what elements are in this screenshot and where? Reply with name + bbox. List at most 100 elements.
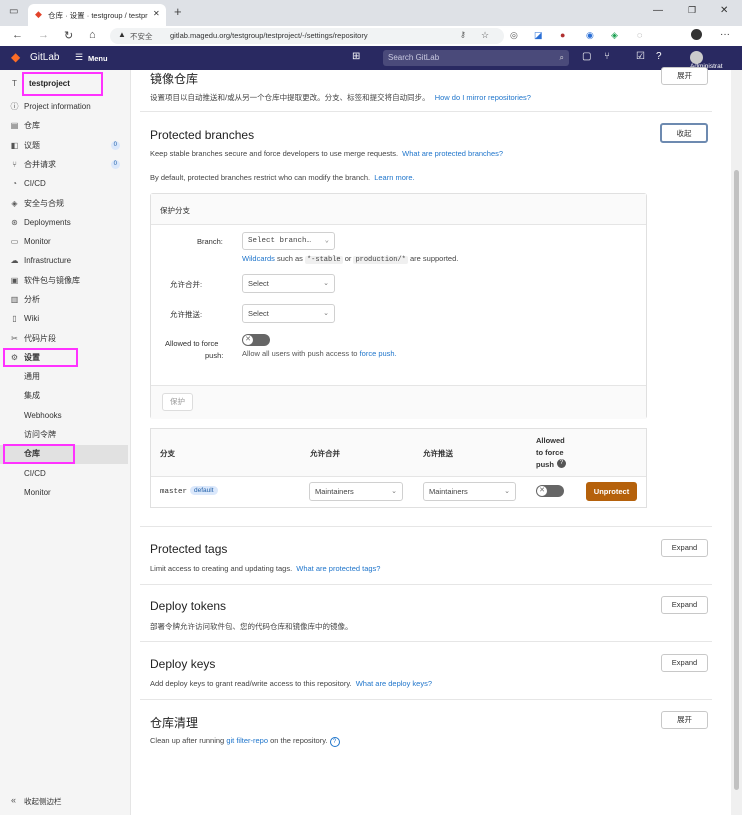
snippet-icon: ✂ xyxy=(11,333,18,343)
default-note-text: By default, protected branches restrict … xyxy=(150,173,371,182)
search-input[interactable]: Search GitLab ⌕ xyxy=(383,50,569,66)
th-force-push-2: to force xyxy=(536,448,564,457)
minimize-icon[interactable]: — xyxy=(653,5,663,16)
help-circle-icon[interactable]: ? xyxy=(329,737,340,747)
sidebar-item-4[interactable]: ◔ CI/CD xyxy=(0,174,129,193)
protected-tags-expand-button[interactable]: Expand xyxy=(661,539,708,557)
back-icon[interactable]: ← xyxy=(12,29,23,41)
protected-branches-collapse-button[interactable]: 收起 xyxy=(660,123,708,143)
todos-header-icon[interactable]: ☑ xyxy=(636,51,645,62)
sidebar-item-12[interactable]: ✂ 代码片段 xyxy=(0,329,129,348)
sidebar-item-8[interactable]: ☁ Infrastructure xyxy=(0,251,129,270)
chevron-down-icon: ⌄ xyxy=(391,488,397,495)
th-allowed-to-merge: 允许合并 xyxy=(310,449,340,458)
sidebar-subitem-5[interactable]: CI/CD xyxy=(0,464,129,483)
sidebar-item-0[interactable]: ⓘ Project information xyxy=(0,97,129,116)
tab-list-icon[interactable]: ▭ xyxy=(9,6,18,17)
extension-5-icon[interactable]: ◈ xyxy=(611,30,618,41)
sidebar-subitem-0[interactable]: 通用 xyxy=(0,367,129,386)
protected-tags-link[interactable]: What are protected tags? xyxy=(296,564,380,573)
th-allowed-to-push: 允许推送 xyxy=(423,449,453,458)
sidebar-item-6[interactable]: ⊛ Deployments xyxy=(0,213,129,232)
divider xyxy=(140,641,712,642)
extension-2-icon[interactable]: ◪ xyxy=(534,30,543,41)
row-merge-select[interactable]: Maintainers ⌄ xyxy=(309,482,403,501)
reload-icon[interactable]: ↻ xyxy=(64,29,73,42)
force-push-help-text: Allow all users with push access to xyxy=(242,349,358,358)
gitlab-logo-icon[interactable]: ◆ xyxy=(11,50,20,64)
sidebar-subitem-2[interactable]: Webhooks xyxy=(0,406,129,425)
row-force-push-toggle[interactable]: ✕ xyxy=(536,485,564,497)
favorite-icon[interactable]: ☆ xyxy=(481,30,489,41)
gitlab-logo-text[interactable]: GitLab xyxy=(30,52,59,63)
menu-button[interactable]: Menu xyxy=(88,54,108,63)
profile-icon[interactable] xyxy=(691,29,702,40)
sidebar-item-2[interactable]: ◧ 议题 0 xyxy=(0,136,129,155)
new-tab-icon[interactable]: + xyxy=(174,4,182,19)
url-warning: 不安全 xyxy=(130,32,153,41)
issues-header-icon[interactable]: ▢ xyxy=(582,51,591,62)
unprotect-button[interactable]: Unprotect xyxy=(586,482,637,501)
allowed-to-merge-select[interactable]: Select ⌄ xyxy=(242,274,335,293)
git-filter-repo-link[interactable]: git filter-repo xyxy=(226,736,268,745)
sidebar-item-label: 代码片段 xyxy=(24,333,56,343)
forward-icon[interactable]: → xyxy=(38,29,49,41)
menu-icon[interactable]: ☰ xyxy=(75,52,83,63)
sidebar-item-7[interactable]: ▭ Monitor xyxy=(0,232,129,251)
sidebar-item-1[interactable]: ▤ 仓库 xyxy=(0,116,129,135)
learn-more-link[interactable]: Learn more. xyxy=(374,173,414,182)
question-icon[interactable]: ? xyxy=(557,459,566,468)
merge-requests-header-icon[interactable]: ⑂ xyxy=(604,51,610,62)
sidebar-subitem-1[interactable]: 集成 xyxy=(0,386,129,405)
mirror-expand-button[interactable]: 展开 xyxy=(661,67,708,85)
sidebar-subitem-label: 访问令牌 xyxy=(24,429,56,439)
url-field[interactable]: ▲ 不安全 gitlab.magedu.org/testgroup/testpr… xyxy=(110,28,504,44)
scrollbar[interactable] xyxy=(731,70,742,815)
sidebar-subitem-3[interactable]: 访问令牌 xyxy=(0,425,129,444)
browser-tab[interactable]: ◆ 仓库 · 设置 · testgroup / testproj ✕ xyxy=(28,4,166,26)
wildcards-text-2: are supported. xyxy=(409,254,459,263)
sidebar-item-5[interactable]: ◈ 安全与合规 xyxy=(0,194,129,213)
restore-icon[interactable]: ❐ xyxy=(688,5,696,16)
force-push-toggle[interactable]: ✕ xyxy=(242,334,270,346)
allowed-to-push-select[interactable]: Select ⌄ xyxy=(242,304,335,323)
collapse-icon[interactable]: « xyxy=(11,795,16,805)
wildcards-link[interactable]: Wildcards xyxy=(242,254,275,263)
cleanup-desc-text-2: on the repository. xyxy=(270,736,328,745)
search-placeholder: Search GitLab xyxy=(388,53,440,62)
default-badge: default xyxy=(190,486,218,495)
sidebar-subitem-6[interactable]: Monitor xyxy=(0,483,129,502)
deploy-keys-expand-button[interactable]: Expand xyxy=(661,654,708,672)
key-icon[interactable]: ⚷ xyxy=(460,30,466,39)
window-close-icon[interactable]: ✕ xyxy=(720,5,728,16)
protected-branches-help-link[interactable]: What are protected branches? xyxy=(402,149,503,158)
protect-button[interactable]: 保护 xyxy=(162,393,193,411)
mirror-help-link[interactable]: How do I mirror repositories? xyxy=(435,93,531,102)
highlight-settings xyxy=(3,348,78,367)
sidebar-item-11[interactable]: ▯ Wiki xyxy=(0,309,129,328)
extension-4-icon[interactable]: ◉ xyxy=(586,30,594,41)
sidebar-item-3[interactable]: ⑂ 合并请求 0 xyxy=(0,155,129,174)
cleanup-expand-button[interactable]: 展开 xyxy=(661,711,708,729)
extension-3-icon[interactable]: ● xyxy=(560,30,565,40)
force-push-link[interactable]: force push. xyxy=(360,349,397,358)
more-icon[interactable]: ··· xyxy=(720,29,730,40)
extension-6-icon[interactable]: ◌ xyxy=(637,30,642,40)
cleanup-title: 仓库清理 xyxy=(150,716,199,730)
extension-1-icon[interactable]: ◎ xyxy=(510,30,518,41)
wildcard-example-2: production/* xyxy=(353,256,408,264)
divider xyxy=(140,584,712,585)
deploy-tokens-expand-button[interactable]: Expand xyxy=(661,596,708,614)
deploy-keys-link[interactable]: What are deploy keys? xyxy=(356,679,432,688)
sidebar-item-9[interactable]: ▣ 软件包与镜像库 xyxy=(0,271,129,290)
home-icon[interactable]: ⌂ xyxy=(89,29,96,41)
collapse-sidebar[interactable]: 收起侧边栏 xyxy=(24,796,62,807)
help-header-icon[interactable]: ? xyxy=(656,51,662,62)
sidebar-item-10[interactable]: ▥ 分析 xyxy=(0,290,129,309)
row-push-select[interactable]: Maintainers ⌄ xyxy=(423,482,516,501)
tab-close-icon[interactable]: ✕ xyxy=(153,9,160,18)
branch-select[interactable]: Select branch… ⌄ xyxy=(242,232,335,250)
create-new-icon[interactable]: ⊞ xyxy=(352,51,360,62)
merge-label: 允许合并: xyxy=(170,280,203,289)
scrollbar-thumb[interactable] xyxy=(734,170,739,790)
